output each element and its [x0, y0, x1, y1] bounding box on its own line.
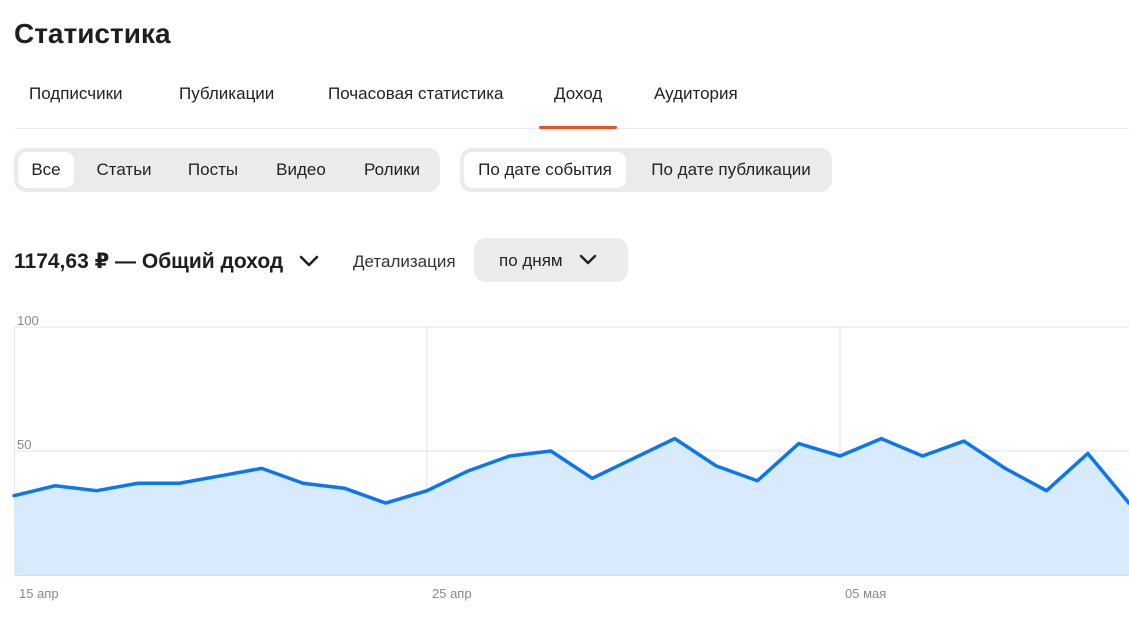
x-tick-label: 05 мая [845, 586, 886, 601]
by-event-date-button[interactable]: По дате события [464, 152, 626, 188]
total-income-summary[interactable]: 1174,63 ₽ — Общий доход [14, 246, 283, 278]
content-type-filter: Все Статьи Посты Видео Ролики [14, 148, 440, 192]
tab-income[interactable]: Доход [538, 78, 618, 129]
by-publication-date-button[interactable]: По дате публикации [638, 152, 824, 188]
filter-video-button[interactable]: Видео [264, 152, 338, 188]
x-tick-label: 25 апр [432, 586, 472, 601]
tab-subscribers[interactable]: Подписчики [29, 78, 123, 128]
filter-shorts-button[interactable]: Ролики [350, 152, 434, 188]
chevron-down-icon[interactable] [298, 252, 320, 270]
tab-publications[interactable]: Публикации [179, 78, 274, 128]
series-area [14, 438, 1129, 575]
tab-hourly-stats[interactable]: Почасовая статистика [328, 78, 504, 128]
date-mode-filter: По дате события По дате публикации [460, 148, 832, 192]
tab-audience[interactable]: Аудитория [654, 78, 738, 128]
filter-all-button[interactable]: Все [18, 152, 74, 188]
filter-articles-button[interactable]: Статьи [86, 152, 162, 188]
detail-select[interactable]: по дням [474, 238, 628, 282]
x-tick-label: 15 апр [19, 586, 59, 601]
detail-select-value: по дням [499, 251, 563, 270]
y-tick-label: 100 [17, 313, 39, 328]
detail-label: Детализация [353, 252, 456, 271]
filter-posts-button[interactable]: Посты [174, 152, 252, 188]
chevron-down-icon [579, 254, 597, 265]
page-title: Статистика [14, 18, 171, 49]
y-tick-label: 50 [17, 437, 31, 452]
income-chart: 05010015 апр25 апр05 мая [12, 313, 1129, 601]
tab-bar: Подписчики Публикации Почасовая статисти… [14, 78, 1129, 129]
